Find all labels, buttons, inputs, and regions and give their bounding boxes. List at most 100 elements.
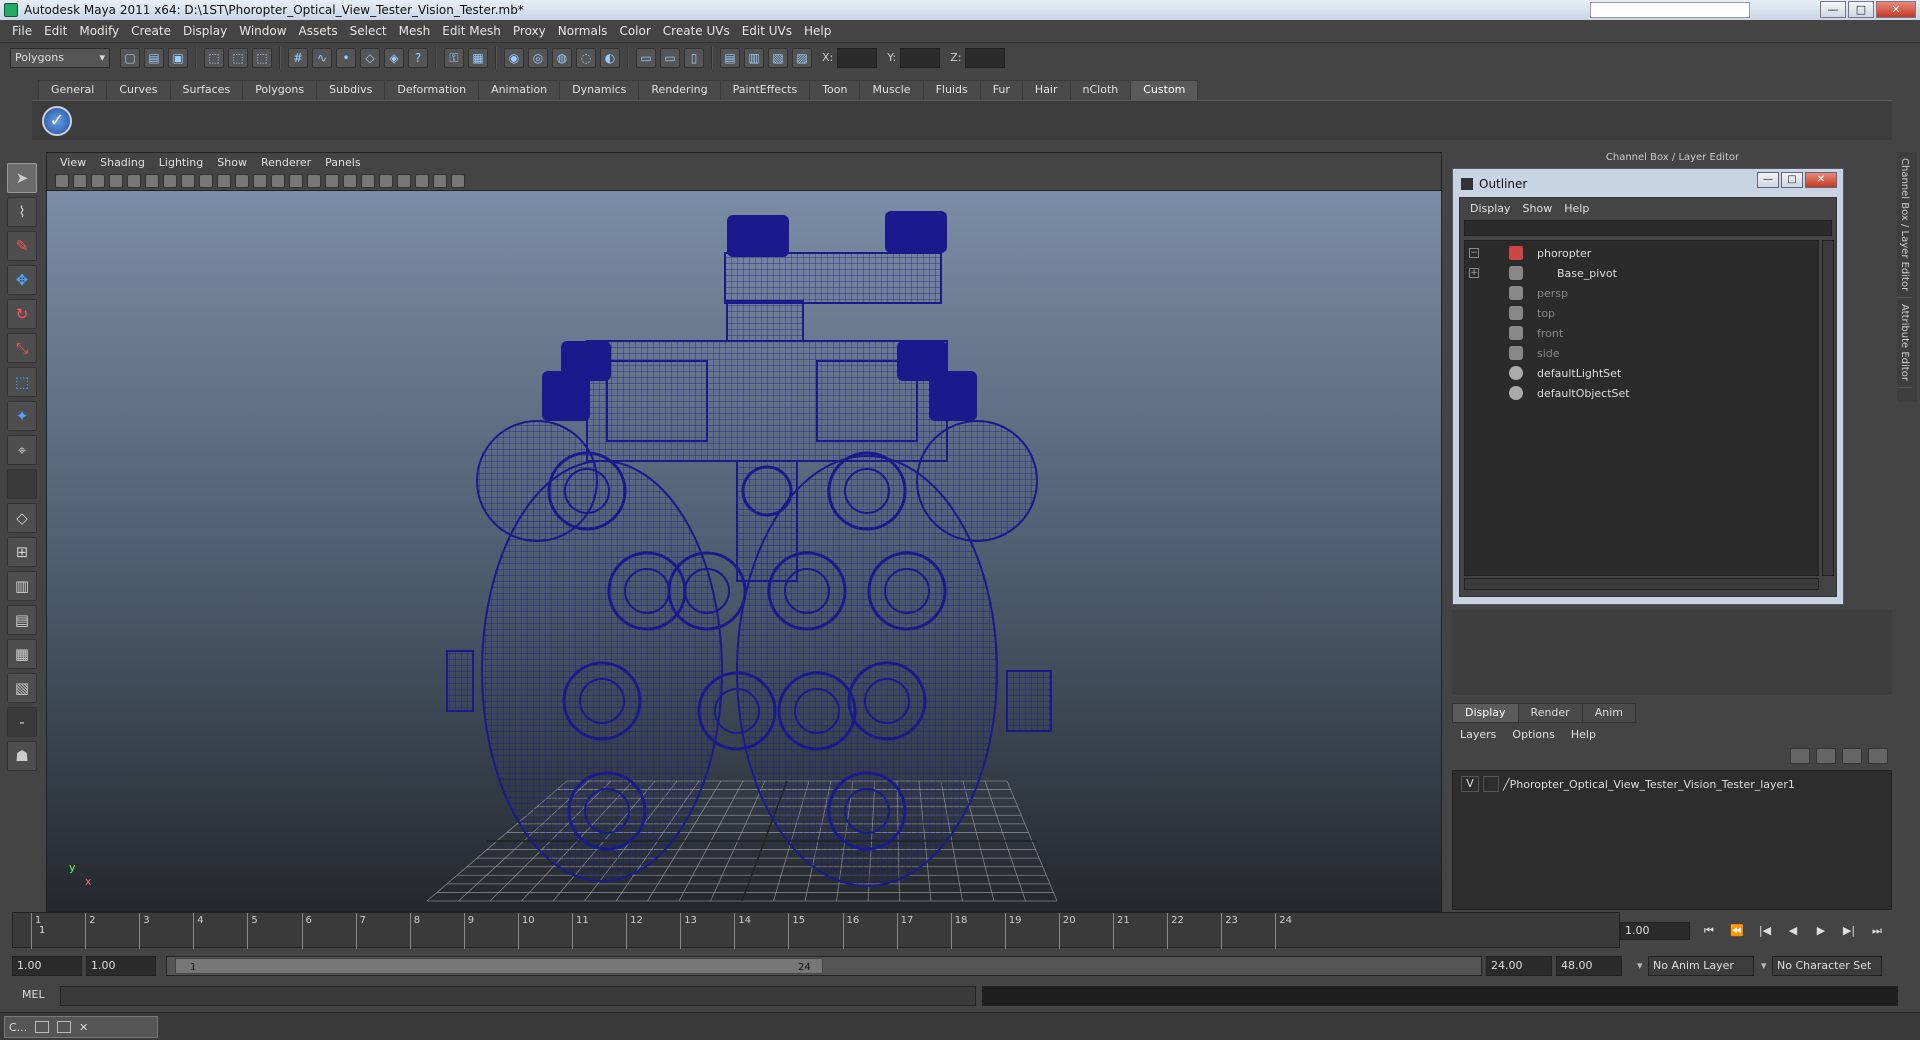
character-set-dropdown[interactable]: No Character Set bbox=[1761, 956, 1882, 976]
camera-attributes-icon[interactable] bbox=[73, 173, 87, 188]
shelf-tab-toon[interactable]: Toon bbox=[809, 80, 861, 100]
move-rel-icon[interactable]: ▥ bbox=[744, 47, 764, 68]
outliner-item-front[interactable]: front bbox=[1465, 323, 1818, 343]
outliner-menu-show[interactable]: Show bbox=[1517, 202, 1559, 215]
field-chart-icon[interactable] bbox=[217, 173, 231, 188]
minimize-button[interactable]: — bbox=[1820, 1, 1846, 18]
shelf-tab-rendering[interactable]: Rendering bbox=[638, 80, 721, 100]
outliner-menu-display[interactable]: Display bbox=[1464, 202, 1517, 215]
menu-window[interactable]: Window bbox=[233, 24, 292, 38]
vp-menu-shading[interactable]: Shading bbox=[93, 156, 152, 169]
bookmark-icon[interactable] bbox=[91, 173, 105, 188]
shelf-tab-ncloth[interactable]: nCloth bbox=[1069, 80, 1132, 100]
menu-create-uvs[interactable]: Create UVs bbox=[657, 24, 736, 38]
shelf-tab-subdivs[interactable]: Subdivs bbox=[316, 80, 386, 100]
restore-icon[interactable] bbox=[35, 1021, 50, 1033]
outliner-close-button[interactable]: ✕ bbox=[1805, 172, 1837, 188]
textured-icon[interactable] bbox=[325, 173, 339, 188]
select-component-icon[interactable]: ⬚ bbox=[252, 47, 272, 68]
shelf-tab-animation[interactable]: Animation bbox=[478, 80, 561, 100]
menu-edit-mesh[interactable]: Edit Mesh bbox=[436, 24, 507, 38]
high-quality-icon[interactable] bbox=[379, 173, 393, 188]
shelf-tab-deformation[interactable]: Deformation bbox=[384, 80, 480, 100]
outliner-menu-help[interactable]: Help bbox=[1558, 202, 1595, 215]
tab-attribute-editor[interactable]: Attribute Editor bbox=[1897, 298, 1912, 389]
checkmark-shelf-icon[interactable]: ✓ bbox=[42, 106, 72, 136]
snap-point-icon[interactable]: • bbox=[336, 47, 356, 68]
menu-set-dropdown[interactable]: Polygons bbox=[10, 47, 110, 68]
select-camera-icon[interactable] bbox=[55, 173, 69, 188]
shelf-tab-painteffects[interactable]: PaintEffects bbox=[719, 80, 811, 100]
create-empty-layer-icon[interactable] bbox=[1842, 748, 1862, 764]
smooth-shade-icon[interactable] bbox=[289, 173, 303, 188]
step-back-frame-button[interactable]: |◀ bbox=[1754, 922, 1776, 940]
x-ray-joints-icon[interactable] bbox=[433, 173, 447, 188]
persp-graph-hypergraph-layout-icon[interactable]: ▧ bbox=[7, 673, 37, 703]
playback-end-field[interactable]: 24.00 bbox=[1486, 956, 1552, 976]
minimized-window[interactable]: C... ✕ bbox=[4, 1016, 158, 1038]
shelf-tab-fluids[interactable]: Fluids bbox=[922, 80, 981, 100]
outliner-vertical-scrollbar[interactable] bbox=[1822, 240, 1834, 576]
layer-row[interactable]: V ╱ Phoropter_Optical_View_Tester_Vision… bbox=[1461, 775, 1881, 793]
outliner-item-default-object-set[interactable]: defaultObjectSet bbox=[1465, 383, 1818, 403]
persp-graph-layout-icon[interactable]: ▤ bbox=[7, 605, 37, 635]
render-frame-icon[interactable]: ◉ bbox=[504, 47, 524, 68]
menu-create[interactable]: Create bbox=[125, 24, 177, 38]
outliner-item-default-light-set[interactable]: defaultLightSet bbox=[1465, 363, 1818, 383]
safe-title-icon[interactable] bbox=[253, 173, 267, 188]
animation-end-field[interactable]: 48.00 bbox=[1556, 956, 1622, 976]
grid-toggle-icon[interactable] bbox=[145, 173, 159, 188]
command-language-label[interactable]: MEL bbox=[22, 988, 45, 1001]
snap-plane-icon[interactable]: ◇ bbox=[360, 47, 380, 68]
render-view-icon[interactable]: ◌ bbox=[576, 47, 596, 68]
move-layer-up-icon[interactable] bbox=[1790, 748, 1810, 764]
layer-tab-display[interactable]: Display bbox=[1452, 703, 1519, 723]
play-forwards-button[interactable]: ▶ bbox=[1810, 922, 1832, 940]
render-settings-icon[interactable]: ◍ bbox=[552, 47, 572, 68]
layer-menu-help[interactable]: Help bbox=[1563, 728, 1604, 741]
new-scene-icon[interactable]: ▢ bbox=[120, 47, 140, 68]
input-ops-icon[interactable]: ▭ bbox=[660, 47, 680, 68]
select-hierarchy-icon[interactable]: ⬚ bbox=[204, 47, 224, 68]
menu-mesh[interactable]: Mesh bbox=[393, 24, 437, 38]
move-tool-icon[interactable]: ✥ bbox=[7, 265, 37, 295]
vp-menu-lighting[interactable]: Lighting bbox=[152, 156, 210, 169]
menu-assets[interactable]: Assets bbox=[293, 24, 344, 38]
outliner-horizontal-scrollbar[interactable] bbox=[1464, 578, 1819, 590]
help-search-input[interactable] bbox=[1590, 2, 1750, 18]
x-field[interactable] bbox=[837, 47, 878, 68]
command-input[interactable] bbox=[60, 986, 976, 1006]
persp-outliner-layout-icon[interactable]: ▥ bbox=[7, 571, 37, 601]
universal-manip-icon[interactable]: ⬚ bbox=[7, 367, 37, 397]
create-layer-from-selection-icon[interactable] bbox=[1868, 748, 1888, 764]
shelf-tab-hair[interactable]: Hair bbox=[1021, 80, 1071, 100]
select-object-icon[interactable]: ⬚ bbox=[228, 47, 248, 68]
vp-menu-panels[interactable]: Panels bbox=[318, 156, 367, 169]
snap-surface-icon[interactable]: ◈ bbox=[384, 47, 404, 68]
outliner-maximize-button[interactable]: □ bbox=[1781, 172, 1803, 188]
hypershade-persp-layout-icon[interactable]: ▦ bbox=[7, 639, 37, 669]
layer-menu-options[interactable]: Options bbox=[1504, 728, 1562, 741]
soft-mod-icon[interactable]: ✦ bbox=[7, 401, 37, 431]
move-abs-icon[interactable]: ▤ bbox=[720, 47, 740, 68]
close-button[interactable]: ✕ bbox=[1876, 1, 1916, 18]
single-perspective-layout-icon[interactable]: ◇ bbox=[7, 503, 37, 533]
open-scene-icon[interactable]: ▤ bbox=[144, 47, 164, 68]
wireframe-icon[interactable] bbox=[271, 173, 285, 188]
maximize-icon[interactable] bbox=[57, 1021, 72, 1033]
gate-mask-icon[interactable] bbox=[199, 173, 213, 188]
construction-history-icon[interactable]: ▦ bbox=[468, 47, 488, 68]
outliner-item-side[interactable]: side bbox=[1465, 343, 1818, 363]
menu-help[interactable]: Help bbox=[798, 24, 837, 38]
shelf-tab-general[interactable]: General bbox=[38, 80, 108, 100]
move-layer-down-icon[interactable] bbox=[1816, 748, 1836, 764]
menu-proxy[interactable]: Proxy bbox=[507, 24, 552, 38]
layer-tab-anim[interactable]: Anim bbox=[1581, 703, 1636, 723]
shelf-tab-dynamics[interactable]: Dynamics bbox=[559, 80, 640, 100]
collapse-icon[interactable]: − bbox=[1469, 248, 1479, 258]
paint-select-tool-icon[interactable]: ✎ bbox=[7, 231, 37, 261]
wireframe-on-shaded-icon[interactable] bbox=[307, 173, 321, 188]
shelf-tab-muscle[interactable]: Muscle bbox=[859, 80, 924, 100]
go-to-start-button[interactable]: ⏮ bbox=[1698, 922, 1720, 940]
shelf-tab-curves[interactable]: Curves bbox=[106, 80, 171, 100]
